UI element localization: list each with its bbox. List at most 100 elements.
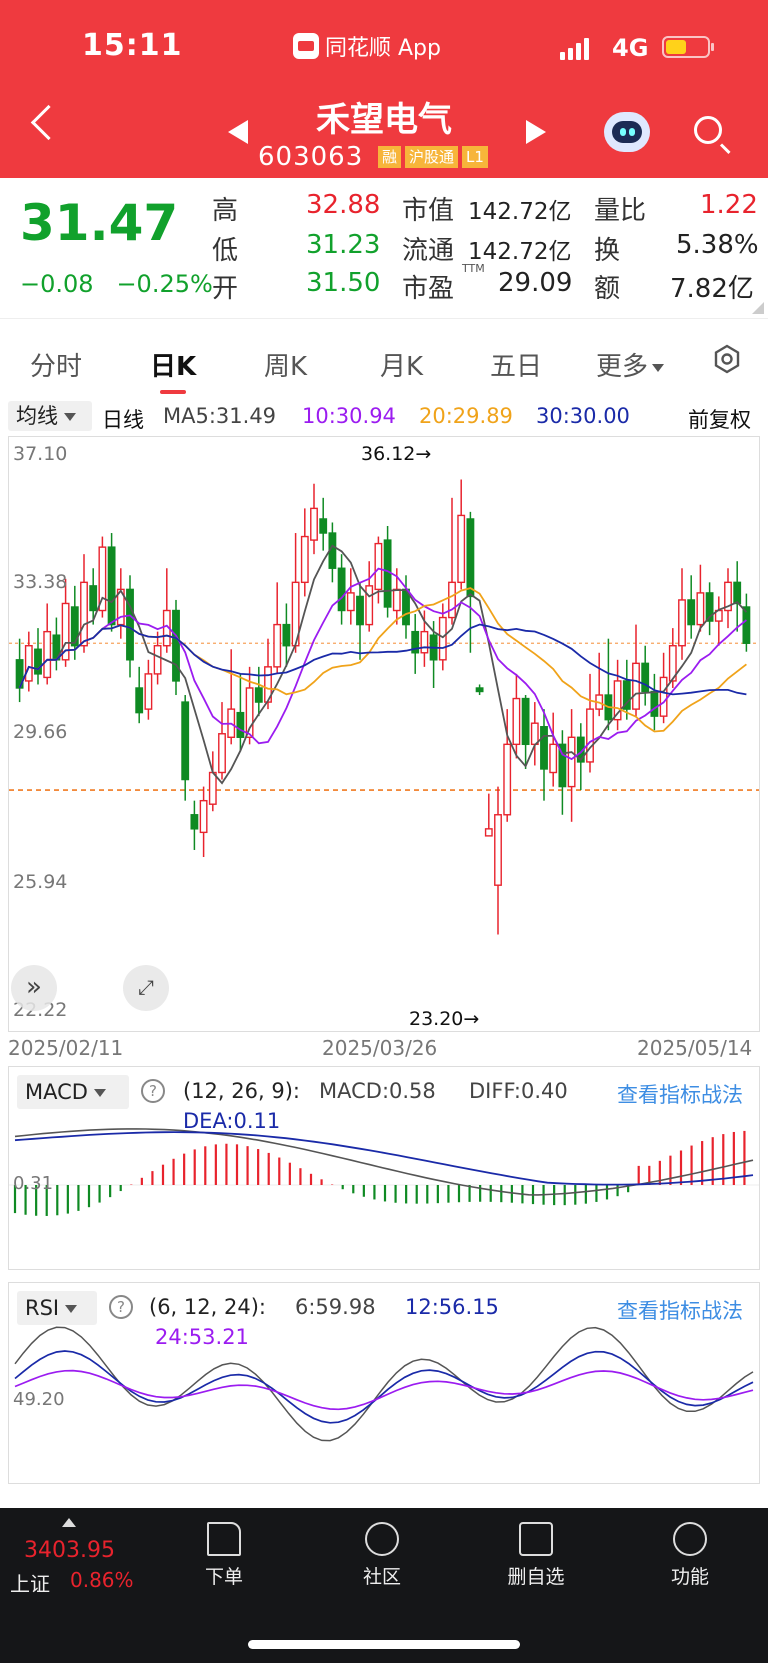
- chevron-down-icon: [65, 1305, 78, 1313]
- candle-body: [24, 645, 33, 682]
- candle-body: [586, 708, 594, 763]
- rsi-panel[interactable]: RSI ? (6, 12, 24): 6:59.98 12:56.15 24:5…: [8, 1282, 760, 1484]
- rsi24-value: 24:53.21: [155, 1325, 249, 1349]
- candle-body: [530, 722, 539, 746]
- candle-body: [687, 599, 696, 626]
- candle-body: [659, 676, 668, 717]
- float-value: 142.72亿: [468, 239, 572, 265]
- robot-assistant-icon[interactable]: [604, 112, 650, 152]
- candle-body: [172, 609, 180, 682]
- nav-remove-watchlist[interactable]: 删自选: [486, 1522, 586, 1589]
- stock-code: 603063: [258, 142, 364, 172]
- rsi6-line: [14, 1326, 754, 1442]
- fullscreen-icon[interactable]: ⤢: [123, 965, 169, 1011]
- tab-five-day[interactable]: 五日: [490, 346, 542, 383]
- candle-body: [365, 585, 374, 626]
- low-marker: 23.20→: [409, 1008, 480, 1030]
- candle-body: [540, 726, 548, 770]
- ma5-value: MA5:31.49: [163, 404, 277, 428]
- ma10-value: 10:30.94: [302, 404, 396, 428]
- macd-selector[interactable]: MACD: [17, 1075, 129, 1109]
- macd-y-label: 0.31: [13, 1173, 54, 1194]
- candle-body: [199, 799, 208, 834]
- market-cap-label: 市值: [402, 196, 455, 226]
- expand-corner-icon[interactable]: [752, 302, 764, 314]
- index-pct[interactable]: 0.86%: [70, 1568, 134, 1592]
- y-label-3: 29.66: [13, 721, 68, 743]
- active-tab-underline: [160, 390, 186, 394]
- minus-icon: [519, 1522, 553, 1556]
- help-icon[interactable]: ?: [109, 1295, 133, 1319]
- prev-stock-icon[interactable]: [228, 120, 248, 144]
- candle-body: [346, 592, 355, 612]
- nav-functions[interactable]: 功能: [640, 1522, 740, 1589]
- rsi-strategy-link[interactable]: 查看指标战法: [617, 1295, 743, 1325]
- candle-body: [190, 814, 199, 830]
- index-name[interactable]: 上证: [10, 1568, 50, 1597]
- menu-icon: [673, 1522, 707, 1556]
- date-end: 2025/05/14: [637, 1036, 753, 1060]
- ma-selector[interactable]: 均线: [8, 401, 92, 431]
- index-value[interactable]: 3403.95: [24, 1538, 115, 1563]
- period-label: 日线: [102, 408, 144, 432]
- candle-body: [742, 606, 751, 644]
- candle-body: [144, 673, 153, 710]
- candle-body: [392, 588, 401, 612]
- help-icon[interactable]: ?: [141, 1079, 165, 1103]
- quote-panel: 31.47 −0.08 −0.25% 高 32.88 低 31.23 开 31.…: [0, 178, 768, 319]
- tab-monthly-k[interactable]: 月K: [380, 346, 423, 383]
- adjust-mode[interactable]: 前复权: [688, 404, 751, 434]
- dea-value: DEA:0.11: [183, 1109, 281, 1133]
- rsi6-value: 6:59.98: [295, 1295, 376, 1319]
- tab-timeshare[interactable]: 分时: [30, 346, 82, 383]
- candle-body: [126, 588, 134, 661]
- candle-body: [236, 711, 245, 738]
- date-start: 2025/02/11: [8, 1036, 124, 1060]
- rsi-params: (6, 12, 24):: [149, 1295, 266, 1319]
- stock-name: 禾望电气: [316, 100, 452, 140]
- y-label-top: 37.10: [13, 443, 68, 465]
- candle-body: [374, 542, 383, 591]
- ma-indicator-bar: 均线 日线 MA5:31.49 10:30.94 20:29.89 30:30.…: [0, 398, 768, 434]
- nav-order[interactable]: 下单: [174, 1522, 274, 1589]
- signal-icon: [560, 36, 589, 60]
- nav-community[interactable]: 社区: [332, 1522, 432, 1589]
- tab-more[interactable]: 更多: [596, 346, 665, 383]
- candle-body: [282, 623, 291, 647]
- candle-body: [153, 645, 162, 675]
- next-stock-icon[interactable]: [526, 120, 546, 144]
- candle-body: [438, 616, 447, 661]
- candle-body: [337, 567, 346, 612]
- pe-ttm-sup: TTM: [462, 262, 485, 275]
- high-value: 32.88: [306, 190, 381, 220]
- date-mid: 2025/03/26: [322, 1036, 438, 1060]
- candle-body: [89, 585, 98, 612]
- tab-weekly-k[interactable]: 周K: [264, 346, 307, 383]
- kline-chart[interactable]: 37.10 33.38 29.66 25.94 22.22 36.12→ 23.…: [8, 436, 760, 1032]
- tag-margin: 融: [378, 146, 402, 168]
- candle-body: [448, 581, 456, 619]
- order-icon: [207, 1522, 241, 1556]
- ma30-value: 30:30.00: [536, 404, 630, 428]
- macd-panel[interactable]: MACD ? (12, 26, 9): MACD:0.58 DIFF:0.40 …: [8, 1066, 760, 1270]
- settings-icon[interactable]: [712, 344, 742, 374]
- kline-svg: [9, 479, 759, 935]
- rsi-selector[interactable]: RSI: [17, 1291, 97, 1325]
- search-icon[interactable]: [694, 116, 722, 144]
- candle-body: [300, 535, 309, 584]
- candle-body: [310, 507, 318, 541]
- low-value: 31.23: [306, 230, 381, 260]
- current-price: 31.47: [20, 194, 179, 252]
- expand-up-icon[interactable]: [62, 1518, 76, 1527]
- expand-left-icon[interactable]: »: [11, 965, 57, 1011]
- macd-strategy-link[interactable]: 查看指标战法: [617, 1079, 743, 1109]
- network-label: 4G: [612, 34, 649, 62]
- candle-body: [420, 630, 429, 654]
- amount-value: 7.82亿: [670, 274, 754, 304]
- battery-icon: [662, 36, 714, 58]
- open-label: 开: [212, 274, 239, 304]
- status-app: 同花顺 App: [293, 30, 441, 62]
- vol-ratio-label: 量比: [594, 196, 647, 226]
- tab-daily-k[interactable]: 日K: [150, 346, 196, 383]
- candle-body: [457, 514, 466, 584]
